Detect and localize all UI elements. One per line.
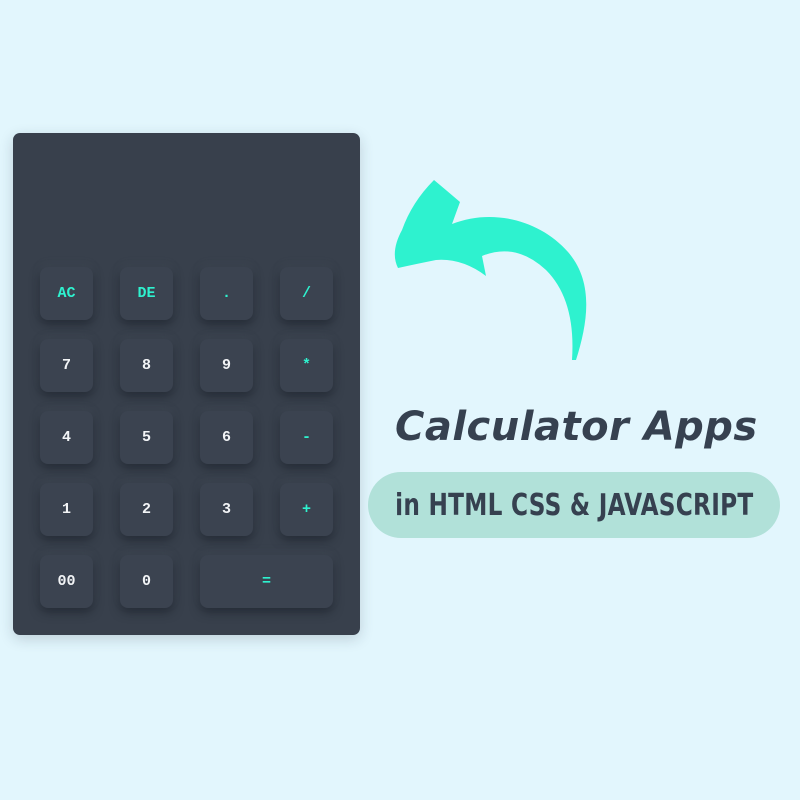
- key-divide[interactable]: /: [280, 267, 333, 320]
- key-subtract[interactable]: -: [280, 411, 333, 464]
- key-6[interactable]: 6: [200, 411, 253, 464]
- key-9[interactable]: 9: [200, 339, 253, 392]
- key-1[interactable]: 1: [40, 483, 93, 536]
- key-2[interactable]: 2: [120, 483, 173, 536]
- key-double-zero[interactable]: 00: [40, 555, 93, 608]
- key-all-clear[interactable]: AC: [40, 267, 93, 320]
- key-7[interactable]: 7: [40, 339, 93, 392]
- key-0[interactable]: 0: [120, 555, 173, 608]
- key-3[interactable]: 3: [200, 483, 253, 536]
- key-decimal[interactable]: .: [200, 267, 253, 320]
- key-5[interactable]: 5: [120, 411, 173, 464]
- calculator: AC DE . / 7 8 9 * 4 5 6 - 1 2 3 + 00 0 =: [13, 133, 360, 635]
- curved-arrow-icon: [394, 180, 587, 360]
- key-multiply[interactable]: *: [280, 339, 333, 392]
- subheadline-pill: in HTML CSS & JAVASCRIPT: [368, 472, 780, 538]
- key-delete[interactable]: DE: [120, 267, 173, 320]
- headline: Calculator Apps: [395, 404, 758, 450]
- subheadline: in HTML CSS & JAVASCRIPT: [394, 487, 754, 523]
- calculator-display[interactable]: [33, 153, 340, 243]
- key-4[interactable]: 4: [40, 411, 93, 464]
- calculator-keypad: AC DE . / 7 8 9 * 4 5 6 - 1 2 3 + 00 0 =: [40, 267, 333, 608]
- key-equals[interactable]: =: [200, 555, 333, 608]
- key-add[interactable]: +: [280, 483, 333, 536]
- key-8[interactable]: 8: [120, 339, 173, 392]
